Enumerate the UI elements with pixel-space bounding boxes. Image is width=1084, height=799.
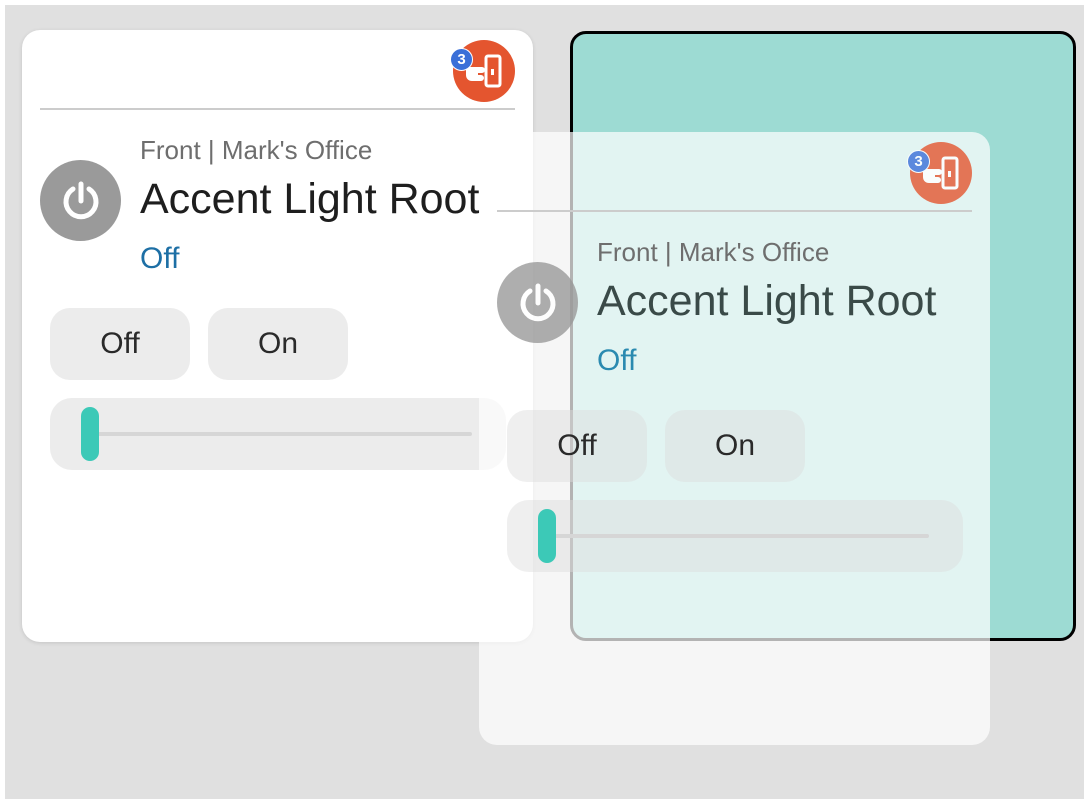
- power-button[interactable]: [40, 160, 121, 241]
- ghost-on-button[interactable]: On: [665, 410, 805, 482]
- power-icon: [520, 283, 555, 321]
- ghost-device-title: Accent Light Root: [597, 277, 937, 325]
- ghost-brightness-slider[interactable]: [507, 500, 963, 572]
- ghost-badge-button[interactable]: 3: [907, 142, 972, 204]
- device-state: Off: [140, 242, 180, 275]
- badge-button[interactable]: 3: [450, 40, 515, 102]
- device-location: Front | Mark's Office: [140, 135, 373, 165]
- badge-count: 3: [450, 48, 473, 71]
- brightness-slider[interactable]: [50, 398, 506, 470]
- slider-track: [90, 432, 472, 436]
- ghost-header-divider: [497, 210, 972, 212]
- header-divider: [40, 108, 515, 110]
- slider-thumb[interactable]: [81, 407, 99, 461]
- dragging-light-card[interactable]: 3 Front | Mark's Office Accent Light Roo…: [479, 132, 990, 745]
- on-button[interactable]: On: [208, 308, 348, 380]
- light-card[interactable]: 3 Front | Mark's Office Accent Light Roo…: [22, 30, 533, 642]
- ghost-slider-track: [547, 534, 929, 538]
- ghost-off-button[interactable]: Off: [507, 410, 647, 482]
- ghost-badge-count: 3: [907, 150, 930, 173]
- ghost-slider-thumb[interactable]: [538, 509, 556, 563]
- power-icon: [63, 181, 98, 219]
- ghost-device-location: Front | Mark's Office: [597, 237, 830, 267]
- off-button[interactable]: Off: [50, 308, 190, 380]
- device-title: Accent Light Root: [140, 175, 480, 223]
- ghost-device-state: Off: [597, 344, 637, 377]
- ghost-power-button[interactable]: [497, 262, 578, 343]
